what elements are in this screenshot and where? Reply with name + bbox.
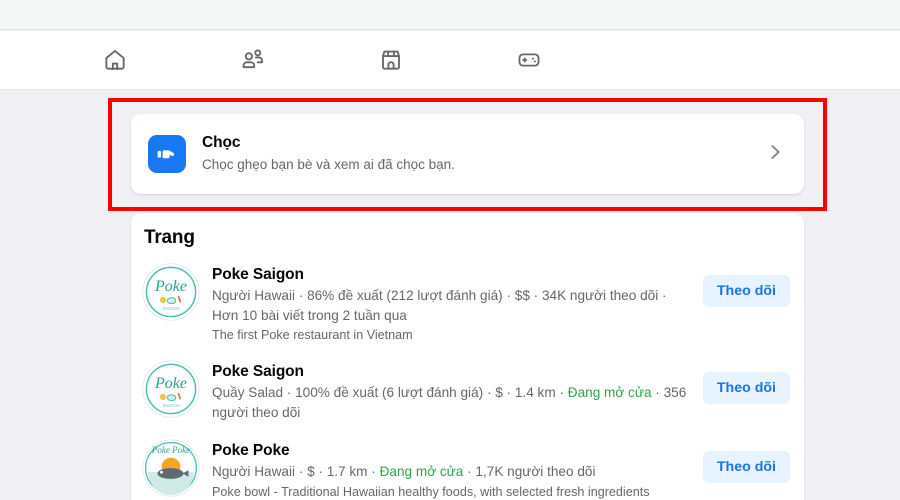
follow-button[interactable]: Theo dõi xyxy=(702,372,790,404)
table-row[interactable]: Poke Poke Poke Poke Người Hawaii · $ · 1… xyxy=(131,431,804,500)
nav-item-gaming[interactable] xyxy=(460,37,598,83)
marketplace-icon xyxy=(378,47,404,73)
result-meta-before: Quầy Salad · 100% đề xuất (6 lượt đánh g… xyxy=(212,385,568,400)
result-description: The first Poke restaurant in Vietnam xyxy=(212,328,413,342)
result-details: Poke Saigon Người Hawaii · 86% đề xuất (… xyxy=(200,263,693,344)
svg-text:SAIGON: SAIGON xyxy=(162,403,179,408)
nav-item-home[interactable] xyxy=(46,37,184,83)
svg-text:Poke: Poke xyxy=(154,278,187,295)
status-badge: Đang mở cửa xyxy=(379,464,464,479)
home-icon xyxy=(102,47,128,73)
page-title: Poke Poke xyxy=(212,442,290,459)
page-title: Poke Saigon xyxy=(212,266,304,283)
avatar: Poke SAIGON xyxy=(142,360,200,418)
result-details: Poke Saigon Quầy Salad · 100% đề xuất (6… xyxy=(200,360,693,423)
status-badge: Đang mở cửa xyxy=(567,385,652,400)
gaming-controller-icon xyxy=(516,47,542,73)
result-meta: Người Hawaii · $ · 1.7 km · Đang mở cửa … xyxy=(212,462,693,482)
svg-text:Poke Poke: Poke Poke xyxy=(151,445,190,455)
result-details: Poke Poke Người Hawaii · $ · 1.7 km · Đa… xyxy=(200,439,693,500)
poke-card-title: Chọc xyxy=(202,134,241,151)
result-meta: Quầy Salad · 100% đề xuất (6 lượt đánh g… xyxy=(212,383,693,422)
svg-text:SAIGON: SAIGON xyxy=(162,306,179,311)
follow-button[interactable]: Theo dõi xyxy=(702,275,790,307)
avatar: Poke Poke xyxy=(142,439,200,497)
friends-icon xyxy=(240,47,266,73)
avatar: Poke SAIGON xyxy=(142,263,200,321)
chevron-right-icon[interactable] xyxy=(764,141,786,168)
nav-item-friends[interactable] xyxy=(184,37,322,83)
result-meta: Người Hawaii · 86% đề xuất (212 lượt đán… xyxy=(212,286,693,325)
poke-card-text: Chọc Chọc ghẹo bạn bè và xem ai đã chọc … xyxy=(202,133,764,175)
nav-item-marketplace[interactable] xyxy=(322,37,460,83)
page-title: Poke Saigon xyxy=(212,363,304,380)
follow-button[interactable]: Theo dõi xyxy=(702,451,790,483)
table-row[interactable]: Poke SAIGON Poke Saigon Quầy Salad · 100… xyxy=(131,352,804,431)
result-description: Poke bowl - Traditional Hawaiian healthy… xyxy=(212,484,650,499)
result-meta-after: · 1,7K người theo dõi xyxy=(463,464,596,479)
result-meta-before: Người Hawaii · 86% đề xuất (212 lượt đán… xyxy=(212,288,667,323)
search-results-panel: Trang Poke SAIGON Poke Saigon Người Hawa… xyxy=(131,213,804,500)
result-meta-before: Người Hawaii · $ · 1.7 km · xyxy=(212,464,380,479)
table-row[interactable]: Poke SAIGON Poke Saigon Người Hawaii · 8… xyxy=(131,255,804,352)
poke-feature-card[interactable]: Chọc Chọc ghẹo bạn bè và xem ai đã chọc … xyxy=(131,114,804,194)
main-navigation-bar xyxy=(0,31,900,90)
browser-top-strip xyxy=(0,0,900,30)
results-section-heading: Trang xyxy=(144,227,195,248)
svg-text:Poke: Poke xyxy=(154,375,187,392)
poke-hand-icon xyxy=(148,135,186,173)
poke-card-subtitle: Chọc ghẹo bạn bè và xem ai đã chọc bạn. xyxy=(202,157,455,172)
